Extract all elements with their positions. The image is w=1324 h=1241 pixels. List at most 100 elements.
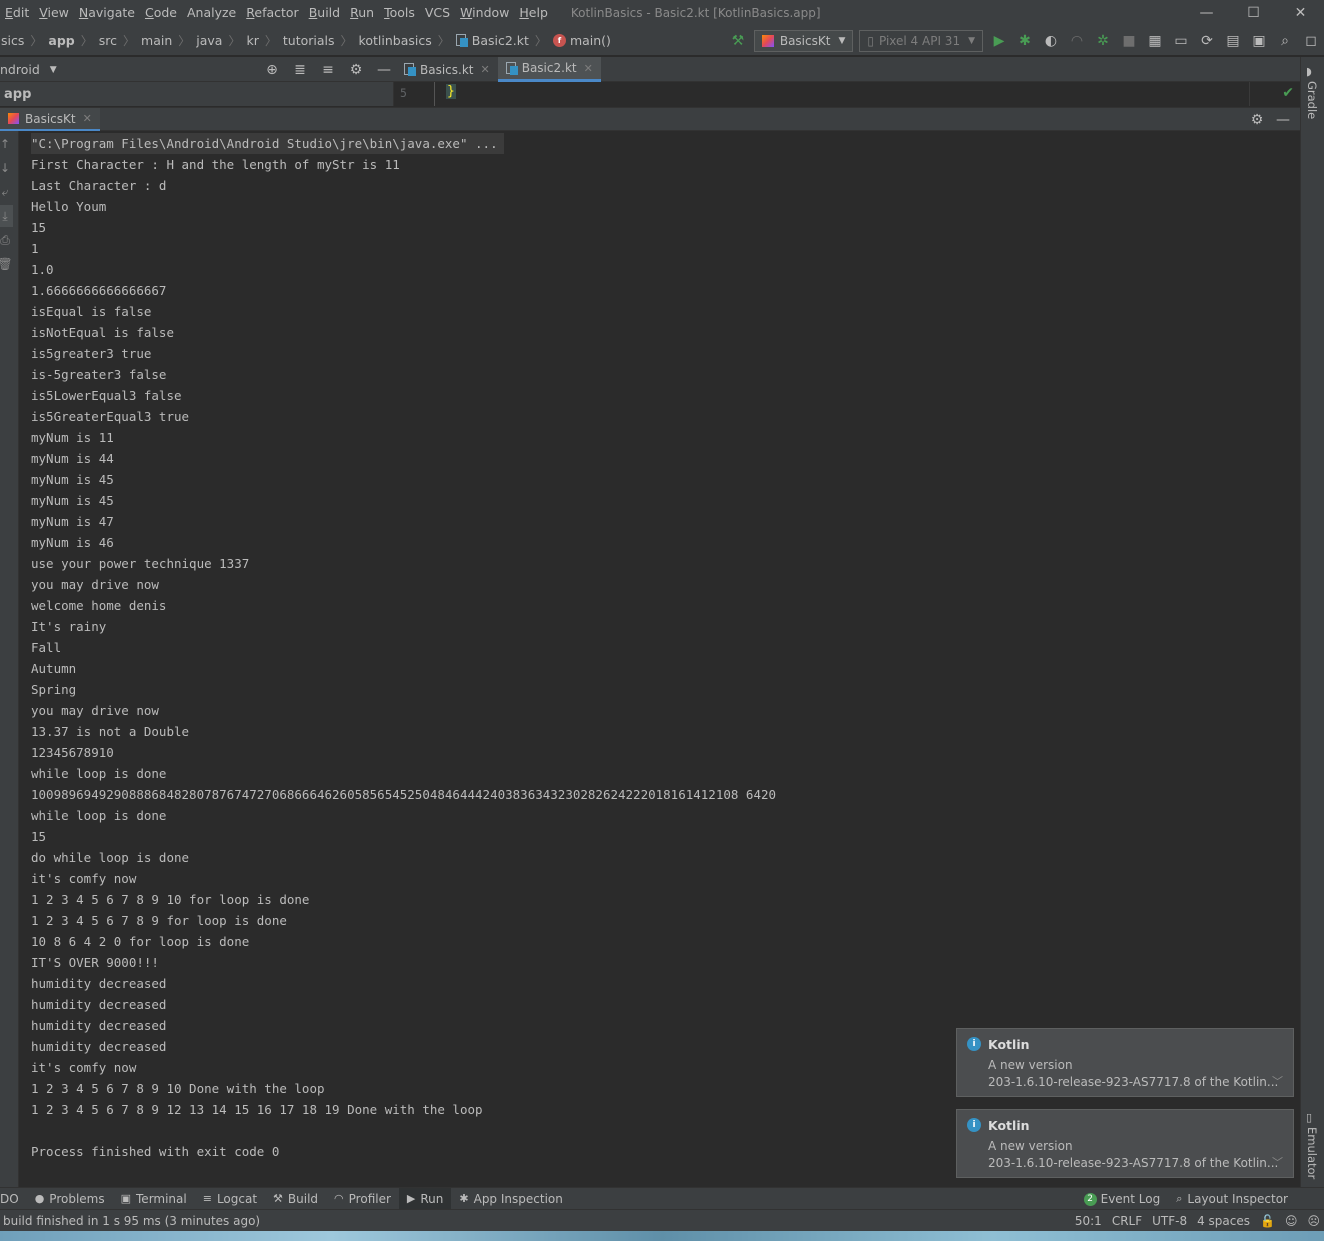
code-text[interactable]: } bbox=[446, 84, 456, 99]
build-hammer-icon[interactable]: ⚒ bbox=[726, 29, 750, 53]
caret-position[interactable]: 50:1 bbox=[1075, 1214, 1102, 1228]
sync-gradle-icon[interactable]: ⟳ bbox=[1195, 29, 1219, 53]
menu-item[interactable]: Help bbox=[514, 5, 553, 20]
project-view-select[interactable]: ndroid ▼ bbox=[0, 57, 57, 82]
tab-basics-kt[interactable]: Basics.kt ✕ bbox=[396, 57, 498, 82]
run-panel-tools: ⚙ — bbox=[1244, 108, 1296, 131]
menu-mnemonic: B bbox=[308, 5, 318, 20]
notification-balloon[interactable]: i Kotlin A new version 203-1.6.10-releas… bbox=[956, 1109, 1294, 1178]
status-message[interactable]: build finished in 1 s 95 ms (3 minutes a… bbox=[3, 1214, 260, 1228]
line-separator[interactable]: CRLF bbox=[1112, 1214, 1142, 1228]
tab-run[interactable]: ▶ Run bbox=[398, 1187, 452, 1210]
tab-app-inspection[interactable]: ✱ App Inspection bbox=[451, 1188, 570, 1210]
menu-item[interactable]: Edit bbox=[0, 5, 34, 20]
tab-basic2-kt[interactable]: Basic2.kt ✕ bbox=[497, 57, 601, 82]
run-tab-basicskt[interactable]: BasicsKt ✕ bbox=[0, 108, 100, 131]
menu-item[interactable]: Tools bbox=[379, 5, 420, 20]
sdk-manager-icon[interactable]: ▭ bbox=[1169, 29, 1193, 53]
gear-icon[interactable]: ⚙ bbox=[343, 58, 369, 82]
editor-divider bbox=[1249, 82, 1250, 106]
menu-item[interactable]: Code bbox=[140, 5, 182, 20]
minimize-button[interactable]: — bbox=[1183, 0, 1230, 25]
avatar[interactable]: ◻ bbox=[1299, 29, 1323, 53]
run-config-select[interactable]: BasicsKt ▼ bbox=[753, 29, 854, 52]
smiley-icon[interactable]: ☺ bbox=[1285, 1214, 1298, 1228]
indent-setting[interactable]: 4 spaces bbox=[1197, 1214, 1250, 1228]
soft-wrap-icon[interactable]: ⤶ bbox=[0, 181, 13, 203]
chevron-down-icon[interactable]: ﹀ bbox=[1272, 1073, 1283, 1089]
menu-item[interactable]: VCS bbox=[420, 5, 455, 20]
lock-icon[interactable]: 🔓 bbox=[1260, 1214, 1275, 1228]
breadcrumb-item[interactable]: main bbox=[139, 33, 174, 48]
menu-item[interactable]: Run bbox=[345, 5, 379, 20]
trash-icon[interactable]: 🗑 bbox=[0, 253, 13, 275]
attach-debugger-icon[interactable]: ✲ bbox=[1091, 29, 1115, 53]
profile-icon[interactable]: ◠ bbox=[1065, 29, 1089, 53]
menu-item[interactable]: Refactor bbox=[241, 5, 303, 20]
close-icon[interactable]: ✕ bbox=[584, 62, 593, 75]
breadcrumb-item[interactable]: sics bbox=[0, 33, 26, 48]
console-line: use your power technique 1337 bbox=[31, 556, 250, 571]
tab-problems[interactable]: ● Problems bbox=[27, 1188, 113, 1210]
device-manager-icon[interactable]: ▤ bbox=[1221, 29, 1245, 53]
breadcrumb-item[interactable]: kr bbox=[244, 33, 260, 48]
notification-balloon[interactable]: i Kotlin A new version 203-1.6.10-releas… bbox=[956, 1028, 1294, 1097]
breadcrumb-file[interactable]: Basic2.kt bbox=[454, 33, 531, 48]
menu-label: elp bbox=[528, 5, 548, 20]
breadcrumb-item[interactable]: app bbox=[46, 33, 76, 48]
tab-todo[interactable]: DO bbox=[0, 1188, 27, 1210]
smiley-icon[interactable]: ☹ bbox=[1307, 1214, 1320, 1228]
close-icon[interactable]: ✕ bbox=[481, 63, 490, 76]
tab-terminal[interactable]: ▣ Terminal bbox=[113, 1188, 195, 1210]
menu-item[interactable]: Build bbox=[304, 5, 345, 20]
close-button[interactable]: ✕ bbox=[1277, 0, 1324, 25]
stop-icon[interactable]: ■ bbox=[1117, 29, 1141, 53]
coverage-icon[interactable]: ◐ bbox=[1039, 29, 1063, 53]
search-icon[interactable]: ⌕ bbox=[1273, 29, 1297, 53]
maximize-button[interactable]: ☐ bbox=[1230, 0, 1277, 25]
breadcrumb-item[interactable]: src bbox=[97, 33, 119, 48]
avd-icon[interactable]: ▣ bbox=[1247, 29, 1271, 53]
gear-icon[interactable]: ⚙ bbox=[1245, 108, 1269, 132]
emulator-tool-button[interactable]: Emulator bbox=[1305, 1127, 1319, 1179]
print-icon[interactable]: ⎙ bbox=[0, 229, 13, 251]
console-line: 1009896949290888684828078767472706866646… bbox=[31, 787, 777, 802]
tab-label: Problems bbox=[49, 1191, 105, 1206]
menu-item[interactable]: Window bbox=[455, 5, 514, 20]
debug-icon[interactable]: ✱ bbox=[1013, 29, 1037, 53]
project-root-item[interactable]: app bbox=[4, 87, 31, 102]
notification-title: Kotlin bbox=[988, 1118, 1030, 1133]
collapse-all-icon[interactable]: ≡ bbox=[315, 58, 341, 82]
menu-item[interactable]: Analyze bbox=[182, 5, 241, 20]
breadcrumb-item[interactable]: java bbox=[194, 33, 224, 48]
code-editor[interactable]: 5 } ✔ bbox=[393, 82, 1300, 106]
tab-logcat[interactable]: ≡ Logcat bbox=[195, 1188, 265, 1210]
hide-icon[interactable]: — bbox=[1271, 108, 1295, 132]
file-encoding[interactable]: UTF-8 bbox=[1152, 1214, 1187, 1228]
tab-build[interactable]: ⚒ Build bbox=[265, 1188, 326, 1210]
tab-profiler[interactable]: ◠ Profiler bbox=[326, 1188, 399, 1210]
device-select[interactable]: ▯ Pixel 4 API 31 ▼ bbox=[859, 29, 983, 52]
tab-event-log[interactable]: 2 Event Log bbox=[1076, 1188, 1169, 1210]
scroll-to-end-icon[interactable]: ⤓ bbox=[0, 205, 13, 227]
expand-all-icon[interactable]: ≣ bbox=[287, 58, 313, 82]
tab-layout-inspector[interactable]: ⌕ Layout Inspector bbox=[1168, 1188, 1296, 1210]
close-icon[interactable]: ✕ bbox=[83, 112, 92, 125]
project-structure-icon[interactable]: ▦ bbox=[1143, 29, 1167, 53]
menu-item[interactable]: Navigate bbox=[74, 5, 140, 20]
gradle-tool-button[interactable]: Gradle bbox=[1305, 81, 1319, 119]
run-icon[interactable]: ▶ bbox=[987, 29, 1011, 53]
arrow-up-icon[interactable]: ↑ bbox=[0, 133, 13, 155]
menu-mnemonic: R bbox=[350, 5, 359, 20]
chevron-down-icon[interactable]: ﹀ bbox=[1272, 1154, 1283, 1170]
locate-icon[interactable]: ⊕ bbox=[259, 58, 285, 82]
window-controls: — ☐ ✕ bbox=[1183, 0, 1324, 25]
check-icon[interactable]: ✔ bbox=[1282, 85, 1294, 101]
hide-icon[interactable]: — bbox=[371, 58, 397, 82]
breadcrumb-item[interactable]: tutorials bbox=[281, 33, 337, 48]
arrow-down-icon[interactable]: ↓ bbox=[0, 157, 13, 179]
breadcrumb-item[interactable]: kotlinbasics bbox=[357, 33, 434, 48]
menu-item[interactable]: View bbox=[34, 5, 74, 20]
menu-label: ode bbox=[153, 5, 177, 20]
breadcrumb-function[interactable]: f main() bbox=[551, 33, 613, 48]
